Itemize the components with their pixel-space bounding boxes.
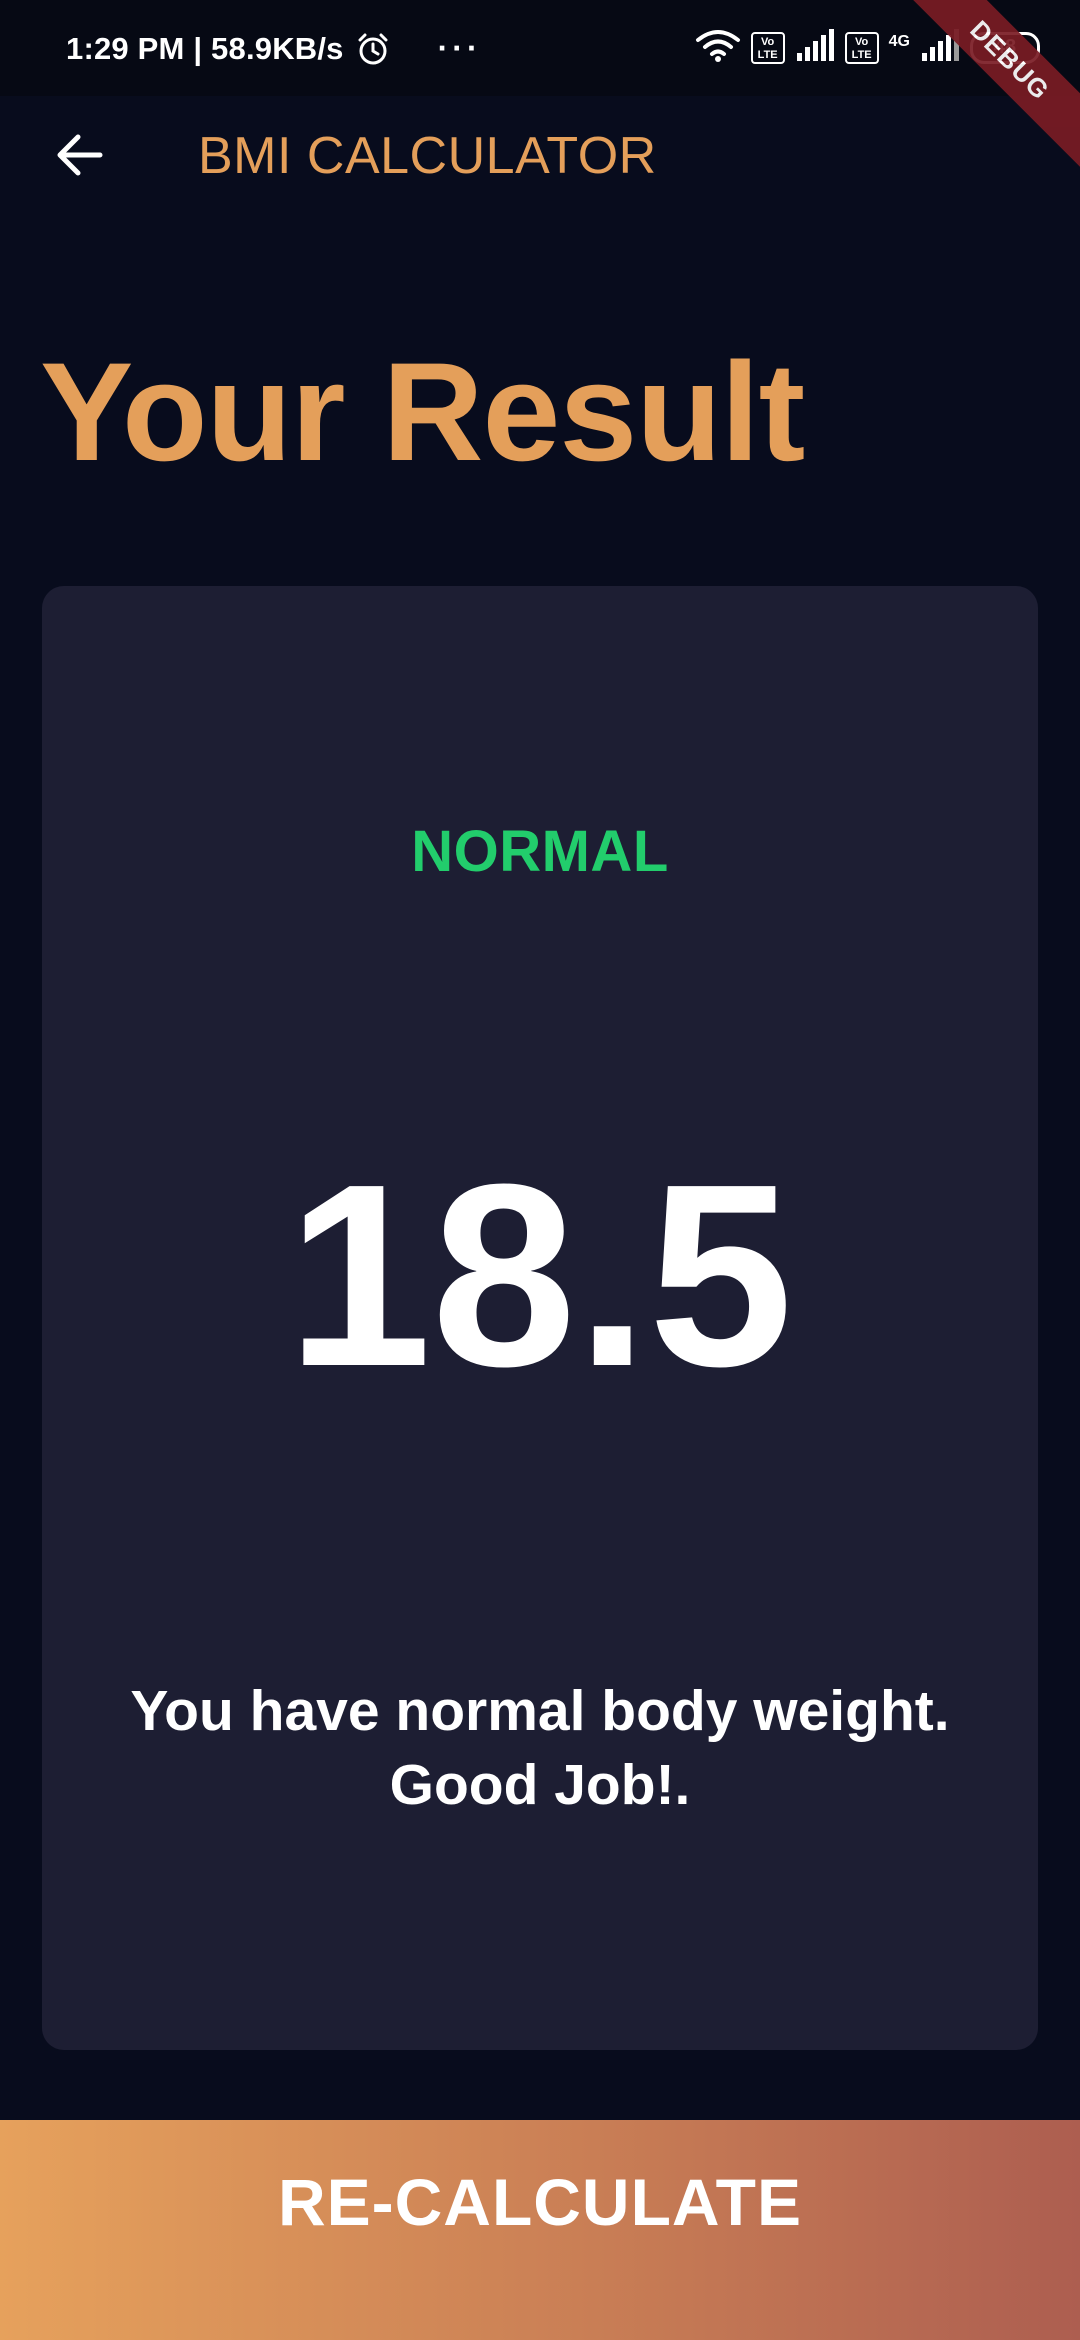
result-status: NORMAL [411, 819, 669, 884]
page-title: Your Result [40, 333, 805, 490]
recalculate-button[interactable]: RE-CALCULATE [0, 2120, 1080, 2340]
volte-icon-2: Vo LTE [844, 31, 879, 64]
status-left: 1:29 PM | 58.9KB/s ··· [66, 30, 482, 67]
app-bar: BMI CALCULATOR [0, 96, 1080, 218]
status-bar: 1:29 PM | 58.9KB/s ··· Vo LTE Vo LTE 4G [0, 0, 1080, 96]
bmi-value: 18.5 [286, 1131, 794, 1421]
status-time-speed: 1:29 PM | 58.9KB/s [66, 30, 344, 66]
volte-icon-1: Vo LTE [750, 31, 785, 64]
result-card: NORMAL 18.5 You have normal body weight.… [42, 586, 1038, 2050]
result-interpretation: You have normal body weight. Good Job!. [130, 1679, 950, 1817]
app-title: BMI CALCULATOR [198, 127, 657, 185]
more-notifications-icon: ··· [437, 30, 482, 66]
back-button[interactable] [40, 116, 118, 194]
alarm-icon [356, 32, 390, 66]
recalculate-label: RE-CALCULATE [277, 2165, 803, 2239]
arrow-back-icon [57, 134, 103, 176]
wifi-icon [695, 28, 741, 67]
signal-icon-1 [795, 29, 835, 66]
network-4g-label: 4G [888, 32, 910, 50]
